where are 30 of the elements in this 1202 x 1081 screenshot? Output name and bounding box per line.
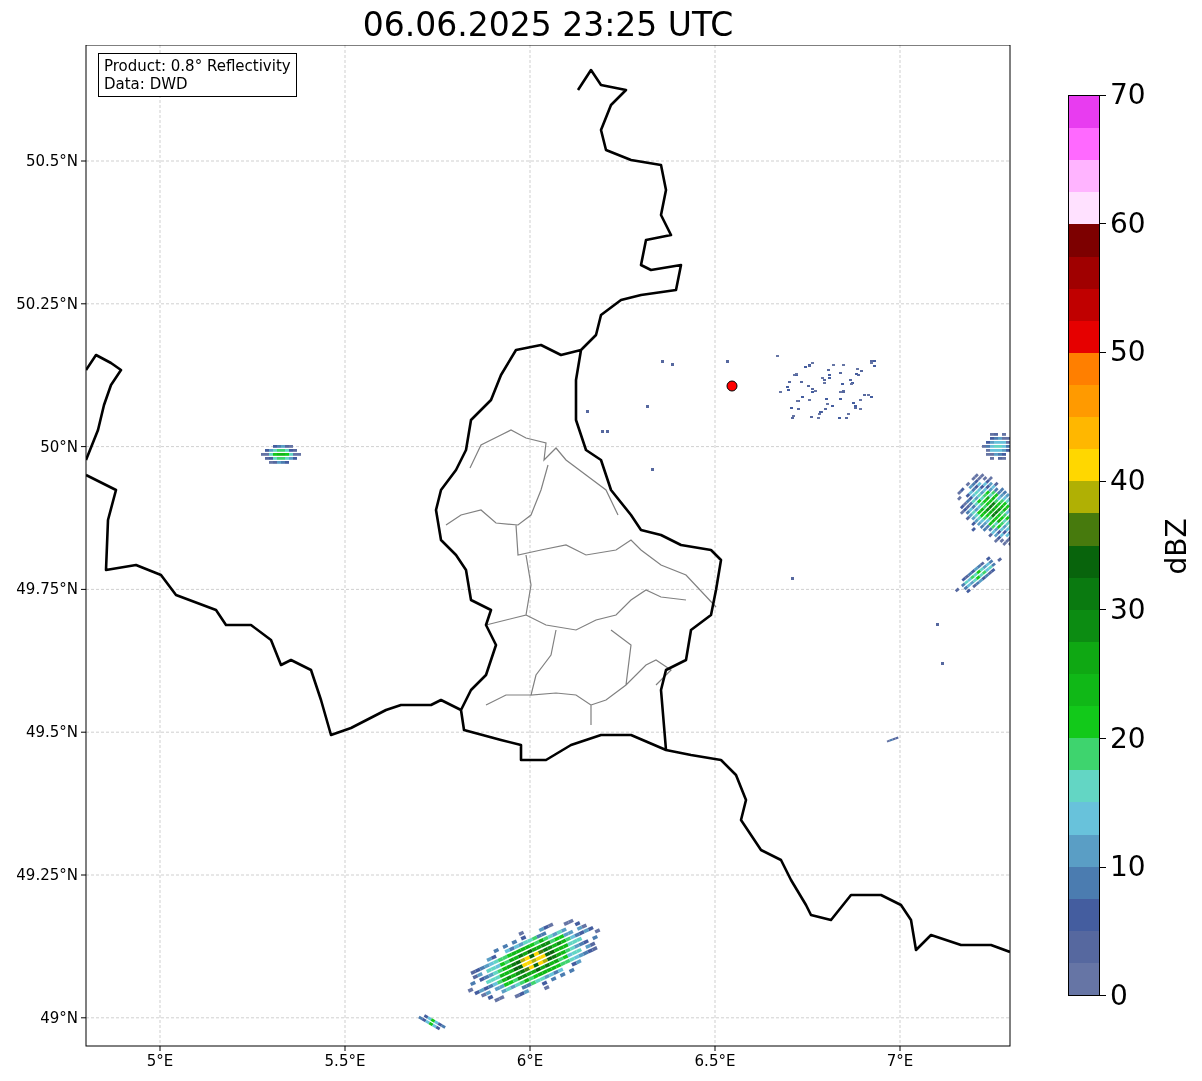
tick-label: 40 — [1110, 465, 1146, 498]
info-text: Product: 0.8° Reflectivity — [104, 57, 291, 75]
tick-label: 70 — [1110, 79, 1146, 111]
tick-label: 5.5°E — [324, 1052, 366, 1070]
tick-label: 0 — [1110, 979, 1128, 1012]
radar-echo — [982, 433, 1010, 460]
tick-label: 60 — [1110, 207, 1146, 240]
tick-label: 49.75°N — [16, 580, 78, 599]
radar-echo — [418, 1014, 446, 1031]
tick-label: 49°N — [40, 1008, 78, 1027]
tick-label: 7°E — [886, 1052, 914, 1070]
tick-label: 6°E — [516, 1052, 544, 1070]
tick-label: 49.5°N — [25, 723, 78, 742]
tick-label: 49.25°N — [16, 866, 78, 884]
tick-label: 5°E — [146, 1052, 174, 1070]
info-text: Data: DWD — [104, 75, 189, 93]
tick-label: 6.5°E — [694, 1052, 736, 1070]
tick-label: 20 — [1110, 722, 1146, 755]
colorbar-label: dBZ — [1159, 518, 1193, 575]
radar-echo — [954, 556, 1003, 594]
tick-label: 50°N — [40, 437, 78, 456]
tick-label: 50.25°N — [16, 294, 78, 313]
radar-echo — [886, 736, 899, 743]
chart-title: 06.06.2025 23:25 UTC — [361, 4, 735, 45]
radar-echo — [261, 445, 301, 464]
radar-site-marker — [726, 380, 738, 392]
tick-label: 30 — [1110, 593, 1146, 626]
tick-label: 10 — [1110, 851, 1146, 884]
tick-label: 50.5°N — [25, 152, 78, 170]
tick-label: 50 — [1110, 336, 1146, 369]
